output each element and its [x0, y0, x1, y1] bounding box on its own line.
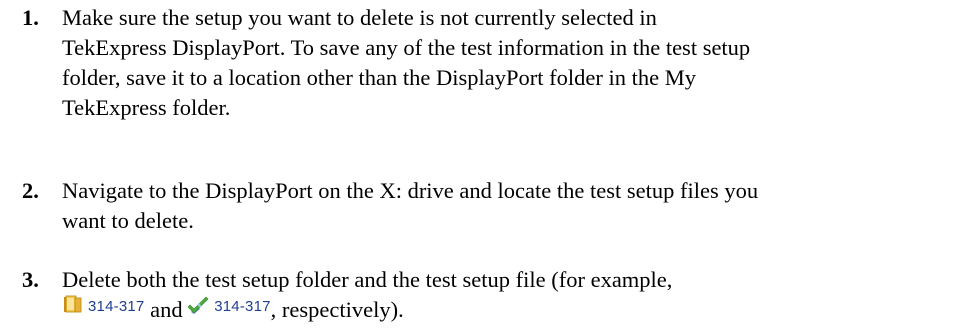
step-text-line-with-icons: 314-317 and 314-317 , respectively). [62, 295, 974, 328]
step-text: Delete both the test setup folder and th… [62, 265, 974, 328]
step-text-line: Navigate to the DisplayPort on the X: dr… [62, 178, 759, 203]
step-text-line: folder, save it to a location other than… [62, 65, 696, 90]
setup-file-example: 314-317 [188, 289, 270, 322]
step-number: 2. [22, 178, 39, 203]
step-text-line: TekExpress DisplayPort. To save any of t… [62, 35, 751, 60]
step-text-line: Make sure the setup you want to delete i… [62, 5, 657, 30]
step-text-line: TekExpress folder. [62, 95, 231, 120]
step-number: 1. [22, 5, 39, 30]
folder-example: 314-317 [62, 289, 144, 322]
procedure-steps: 1. Make sure the setup you want to delet… [0, 0, 980, 327]
step-text: Navigate to the DisplayPort on the X: dr… [62, 176, 974, 236]
folder-label: 314-317 [88, 298, 145, 315]
and-text: and [150, 297, 183, 322]
step-text: Make sure the setup you want to delete i… [62, 3, 974, 123]
step-text-line: want to delete. [62, 208, 194, 233]
folder-icon [62, 295, 83, 314]
test-setup-file-icon [188, 295, 209, 314]
file-label: 314-317 [214, 298, 271, 315]
step-number: 3. [22, 267, 39, 292]
tail-text: , respectively). [270, 297, 404, 322]
